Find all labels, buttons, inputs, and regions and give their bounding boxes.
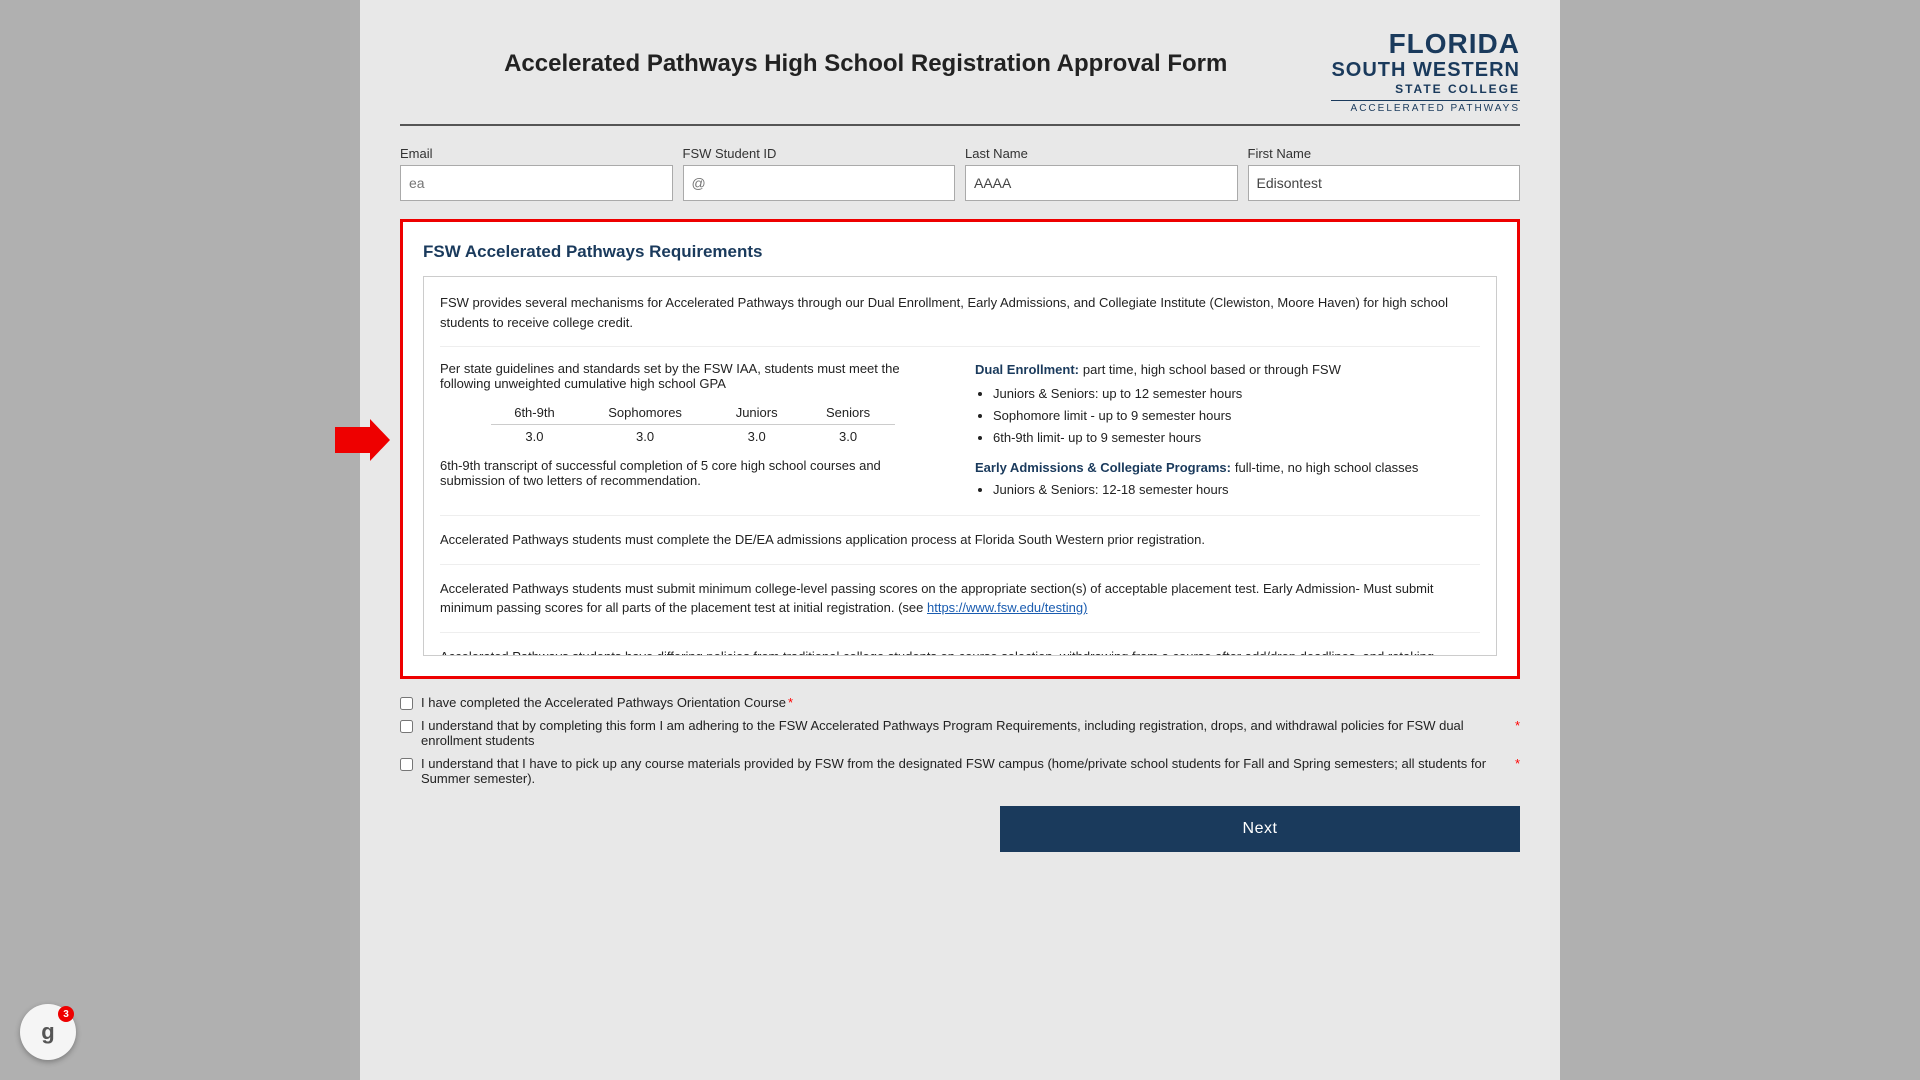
gpa-header-3: Seniors	[802, 401, 895, 425]
next-button[interactable]: Next	[1000, 806, 1520, 852]
student-id-group: FSW Student ID	[683, 146, 956, 201]
req-right-col: Dual Enrollment: part time, high school …	[975, 361, 1480, 501]
checkbox-row-2: I understand that by completing this for…	[400, 718, 1520, 748]
early-admissions-section: Early Admissions & Collegiate Programs: …	[975, 459, 1480, 501]
next-btn-row: Next	[400, 806, 1520, 852]
para5-text1: Accelerated Pathways students have diffe…	[440, 649, 1434, 656]
dual-enrollment-section: Dual Enrollment: part time, high school …	[975, 361, 1480, 449]
checkbox-2-label: I understand that by completing this for…	[421, 718, 1513, 748]
gpa-intro: Per state guidelines and standards set b…	[440, 361, 945, 391]
dual-bullets: Juniors & Seniors: up to 12 semester hou…	[993, 383, 1480, 449]
early-bullet-0: Juniors & Seniors: 12-18 semester hours	[993, 479, 1480, 501]
dual-subtitle: part time, high school based or through …	[1083, 362, 1341, 377]
gpa-note: 6th-9th transcript of successful complet…	[440, 458, 945, 488]
gpa-val-3: 3.0	[802, 425, 895, 449]
form-container: Accelerated Pathways High School Registr…	[360, 0, 1560, 1080]
requirements-box: FSW Accelerated Pathways Requirements FS…	[400, 219, 1520, 679]
dual-bullet-2: 6th-9th limit- up to 9 semester hours	[993, 427, 1480, 449]
student-id-input[interactable]	[683, 165, 956, 201]
checkbox-row-1: I have completed the Accelerated Pathway…	[400, 695, 1520, 710]
gpa-header-1: Sophomores	[578, 401, 711, 425]
logo-southwestern: SOUTH WESTERN	[1331, 58, 1520, 82]
first-name-input[interactable]	[1248, 165, 1521, 201]
logo-florida: FLORIDA	[1331, 30, 1520, 58]
early-subtitle: full-time, no high school classes	[1235, 460, 1419, 475]
req-para-5: Accelerated Pathways students have diffe…	[440, 647, 1480, 656]
email-label: Email	[400, 146, 673, 161]
gpa-val-2: 3.0	[712, 425, 802, 449]
last-name-label: Last Name	[965, 146, 1238, 161]
gpa-val-1: 3.0	[578, 425, 711, 449]
early-bullets: Juniors & Seniors: 12-18 semester hours	[993, 479, 1480, 501]
page-wrapper: Accelerated Pathways High School Registr…	[0, 0, 1920, 1080]
title-area: Accelerated Pathways High School Registr…	[400, 30, 1331, 78]
gpa-val-0: 3.0	[491, 425, 579, 449]
required-star-3: *	[1515, 756, 1520, 771]
req-left-col: Per state guidelines and standards set b…	[440, 361, 945, 501]
last-name-group: Last Name	[965, 146, 1238, 201]
last-name-input[interactable]	[965, 165, 1238, 201]
arrow-icon	[335, 419, 390, 461]
gpa-header-0: 6th-9th	[491, 401, 579, 425]
email-input[interactable]	[400, 165, 673, 201]
para4-link[interactable]: https://www.fsw.edu/testing)	[927, 600, 1087, 615]
required-star-2: *	[1515, 718, 1520, 733]
checkbox-3-label: I understand that I have to pick up any …	[421, 756, 1513, 786]
notification-badge: 3	[58, 1006, 74, 1022]
checkbox-1[interactable]	[400, 697, 413, 710]
gpa-header-2: Juniors	[712, 401, 802, 425]
page-title: Accelerated Pathways High School Registr…	[400, 50, 1331, 78]
checkbox-1-label: I have completed the Accelerated Pathway…	[421, 695, 786, 710]
dual-bullet-0: Juniors & Seniors: up to 12 semester hou…	[993, 383, 1480, 405]
logo-state: STATE COLLEGE	[1331, 82, 1520, 96]
requirements-title: FSW Accelerated Pathways Requirements	[423, 242, 1497, 262]
dual-title: Dual Enrollment:	[975, 362, 1079, 377]
content-area: FSW Accelerated Pathways Requirements FS…	[400, 219, 1520, 679]
student-id-label: FSW Student ID	[683, 146, 956, 161]
req-para-1: FSW provides several mechanisms for Acce…	[440, 293, 1480, 347]
requirements-content[interactable]: FSW provides several mechanisms for Acce…	[423, 276, 1497, 656]
req-para-3: Accelerated Pathways students must compl…	[440, 530, 1480, 565]
header-row: Accelerated Pathways High School Registr…	[400, 30, 1520, 126]
email-group: Email	[400, 146, 673, 201]
dual-bullet-1: Sophomore limit - up to 9 semester hours	[993, 405, 1480, 427]
logo-area: FLORIDA SOUTH WESTERN STATE COLLEGE ACCE…	[1331, 30, 1520, 114]
first-name-label: First Name	[1248, 146, 1521, 161]
arrow-indicator	[335, 419, 390, 464]
first-name-group: First Name	[1248, 146, 1521, 201]
checkbox-3[interactable]	[400, 758, 413, 771]
checkboxes-area: I have completed the Accelerated Pathway…	[400, 695, 1520, 786]
logo-ap: ACCELERATED PATHWAYS	[1331, 100, 1520, 114]
checkbox-row-3: I understand that I have to pick up any …	[400, 756, 1520, 786]
req-para-4: Accelerated Pathways students must submi…	[440, 579, 1480, 633]
checkbox-2[interactable]	[400, 720, 413, 733]
google-badge[interactable]: g 3	[20, 1004, 76, 1060]
gpa-table: 6th-9th Sophomores Juniors Seniors 3.0	[491, 401, 895, 448]
fields-row: Email FSW Student ID Last Name First Nam…	[400, 146, 1520, 201]
req-two-col: Per state guidelines and standards set b…	[440, 361, 1480, 516]
early-title: Early Admissions & Collegiate Programs:	[975, 460, 1231, 475]
required-star-1: *	[788, 695, 793, 710]
google-badge-label: g	[41, 1019, 54, 1045]
